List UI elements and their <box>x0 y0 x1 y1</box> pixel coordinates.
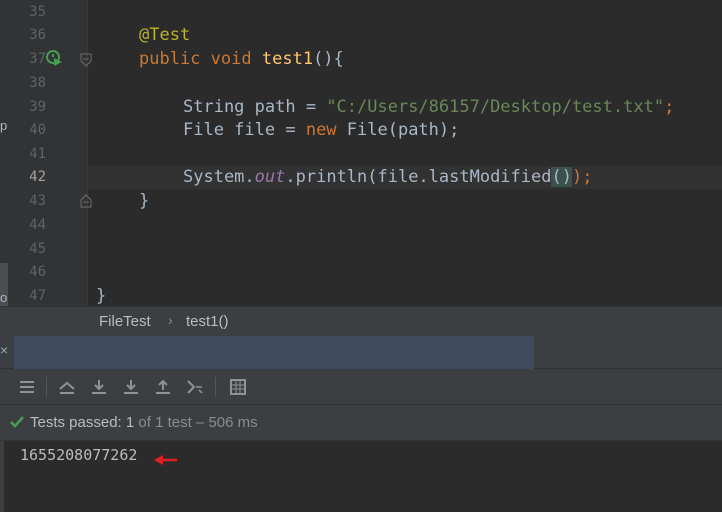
code-editor[interactable]: p o 35 36 37 38 39 40 41 42 43 44 45 46 … <box>0 0 722 306</box>
check-icon <box>10 416 24 428</box>
code-punct: (){ <box>313 49 344 69</box>
project-panel-edge: p o <box>0 0 10 306</box>
breadcrumb-class[interactable]: FileTest <box>99 313 151 330</box>
status-count: 1 <box>125 414 135 431</box>
console-output-text: 1655208077262 <box>20 446 138 464</box>
code-line-47: } <box>88 285 722 306</box>
console-left-border <box>0 441 4 512</box>
code-semicolon: ; <box>664 97 675 117</box>
method-name: test1 <box>261 49 314 69</box>
code-text: ); <box>571 167 593 187</box>
type-string: String <box>183 97 245 117</box>
line-number: 46 <box>29 264 46 280</box>
static-field-out: out <box>254 167 286 187</box>
matched-paren: () <box>551 167 572 187</box>
code-text: System. <box>183 167 255 187</box>
code-brace: } <box>139 191 150 211</box>
keyword-public: public <box>139 49 201 69</box>
console-output-panel[interactable]: 1655208077262 <box>0 441 722 512</box>
breadcrumb-method[interactable]: test1() <box>186 313 229 330</box>
export-icon[interactable] <box>153 377 173 397</box>
left-fragment-2: o <box>0 290 8 305</box>
code-line-40: File file = new File(path); <box>88 119 722 142</box>
code-brace: } <box>96 286 107 306</box>
status-suffix: of 1 test – 506 ms <box>134 414 258 431</box>
toolbar-separator <box>46 377 47 397</box>
code-line-43: } <box>88 190 722 213</box>
code-text: .println(file.lastModified <box>285 167 552 187</box>
line-number: 35 <box>29 4 46 20</box>
line-number: 37 <box>29 51 46 67</box>
code-line-37: public void test1(){ <box>88 48 722 71</box>
line-number: 43 <box>29 193 46 209</box>
code-var: path = <box>244 97 327 117</box>
string-literal: "C:/Users/86157/Desktop/test.txt" <box>326 97 665 117</box>
line-number: 45 <box>29 241 46 257</box>
line-number: 40 <box>29 122 46 138</box>
run-test-icon[interactable] <box>45 49 63 67</box>
breadcrumb-separator: › <box>168 312 173 328</box>
test-status-bar: Tests passed: 1 of 1 test – 506 ms <box>0 405 722 441</box>
left-fragment-1: p <box>0 118 8 133</box>
keyword-new: new <box>305 120 337 140</box>
code-line-39: String path = "C:/Users/86157/Desktop/te… <box>88 96 722 119</box>
line-number: 41 <box>29 146 46 162</box>
close-icon[interactable]: × <box>0 342 12 358</box>
test-status-text: Tests passed: 1 of 1 test – 506 ms <box>30 414 258 431</box>
run-tab[interactable] <box>14 336 534 369</box>
code-line-42-current: System.out.println(file.lastModified()); <box>88 166 722 189</box>
breadcrumb: FileTest › test1() <box>0 306 722 336</box>
code-line-36: @Test <box>88 24 722 47</box>
code-text: File(path); <box>336 120 460 140</box>
run-panel-header: × <box>0 336 722 369</box>
table-icon[interactable] <box>228 377 248 397</box>
import-icon[interactable] <box>121 377 141 397</box>
code-area[interactable]: @Test public void test1(){ String path =… <box>88 0 722 306</box>
sort-icon[interactable] <box>57 377 77 397</box>
line-number: 39 <box>29 99 46 115</box>
line-number: 36 <box>29 27 46 43</box>
line-gutter[interactable]: 35 36 37 38 39 40 41 42 43 44 45 46 47 <box>10 0 88 306</box>
code-text: File file = <box>183 120 306 140</box>
keyword-void: void <box>210 49 252 69</box>
status-prefix: Tests passed: <box>30 414 126 431</box>
arrow-left-icon <box>154 455 177 465</box>
line-number: 44 <box>29 217 46 233</box>
line-number-current: 42 <box>29 169 46 185</box>
run-toolbar <box>0 369 722 405</box>
toolbar-separator <box>215 377 216 397</box>
line-number: 38 <box>29 75 46 91</box>
import-icon[interactable] <box>89 377 109 397</box>
line-number: 47 <box>29 288 46 304</box>
test-annotation: @Test <box>139 25 191 45</box>
step-out-icon[interactable] <box>185 377 205 397</box>
menu-lines-icon[interactable] <box>17 377 37 397</box>
